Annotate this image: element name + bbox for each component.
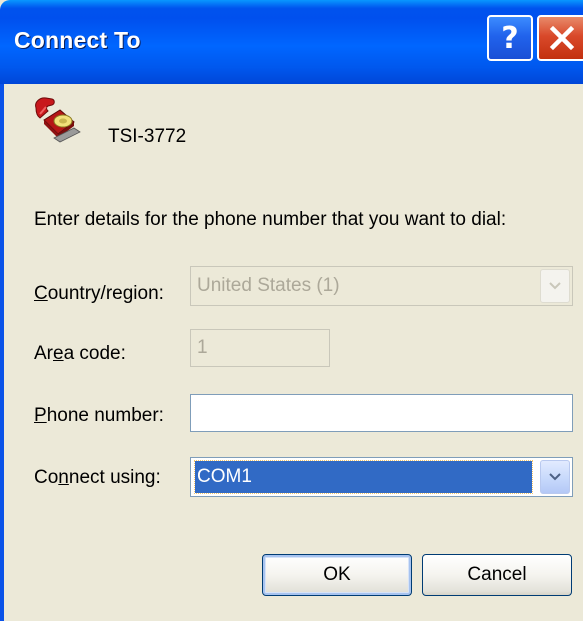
connect-using-select[interactable]: COM1 xyxy=(190,457,573,497)
accelerator-key: n xyxy=(58,467,69,488)
country-region-select: United States (1) xyxy=(190,266,573,306)
dialog-title: Connect To xyxy=(14,27,141,53)
chevron-down-icon xyxy=(549,282,561,290)
area-code-value: 1 xyxy=(197,337,208,358)
title-bar[interactable]: Connect To ? xyxy=(0,0,583,84)
close-button[interactable] xyxy=(537,15,583,61)
country-region-label: Country/region: xyxy=(34,283,164,305)
connect-using-selected: COM1 xyxy=(194,460,533,494)
close-icon xyxy=(549,25,575,51)
label-text: a code: xyxy=(63,343,126,364)
window-border xyxy=(0,84,4,621)
ok-button-label: OK xyxy=(323,564,351,585)
label-text: ountry/region: xyxy=(47,283,164,304)
telephone-icon xyxy=(35,97,81,143)
label-text: Ar xyxy=(34,343,53,364)
connection-name: TSI-3772 xyxy=(108,126,187,147)
chevron-down-icon xyxy=(549,473,561,481)
accelerator-key: C xyxy=(34,283,48,304)
cancel-button[interactable]: Cancel xyxy=(422,554,572,596)
connect-using-label: Connect using: xyxy=(34,467,161,489)
accelerator-key: P xyxy=(34,405,47,426)
label-text: nect using: xyxy=(68,467,161,488)
connect-to-dialog: Connect To ? TSI-3772 Enter details for … xyxy=(0,0,583,621)
help-button[interactable]: ? xyxy=(487,15,533,61)
area-code-label: Area code: xyxy=(34,343,126,365)
label-text: hone number: xyxy=(46,405,164,426)
help-icon: ? xyxy=(501,20,519,56)
cancel-button-label: Cancel xyxy=(467,564,527,585)
connect-using-dropdown-button[interactable] xyxy=(540,460,570,494)
country-region-value: United States (1) xyxy=(197,275,340,296)
accelerator-key: e xyxy=(53,343,64,364)
country-dropdown-button xyxy=(540,269,570,303)
instruction-text: Enter details for the phone number that … xyxy=(34,209,507,230)
phone-number-input[interactable] xyxy=(190,394,573,432)
ok-button[interactable]: OK xyxy=(262,554,412,596)
area-code-input: 1 xyxy=(190,329,330,367)
connect-using-value: COM1 xyxy=(197,466,252,487)
label-text: Co xyxy=(34,467,59,488)
phone-number-label: Phone number: xyxy=(34,405,164,427)
